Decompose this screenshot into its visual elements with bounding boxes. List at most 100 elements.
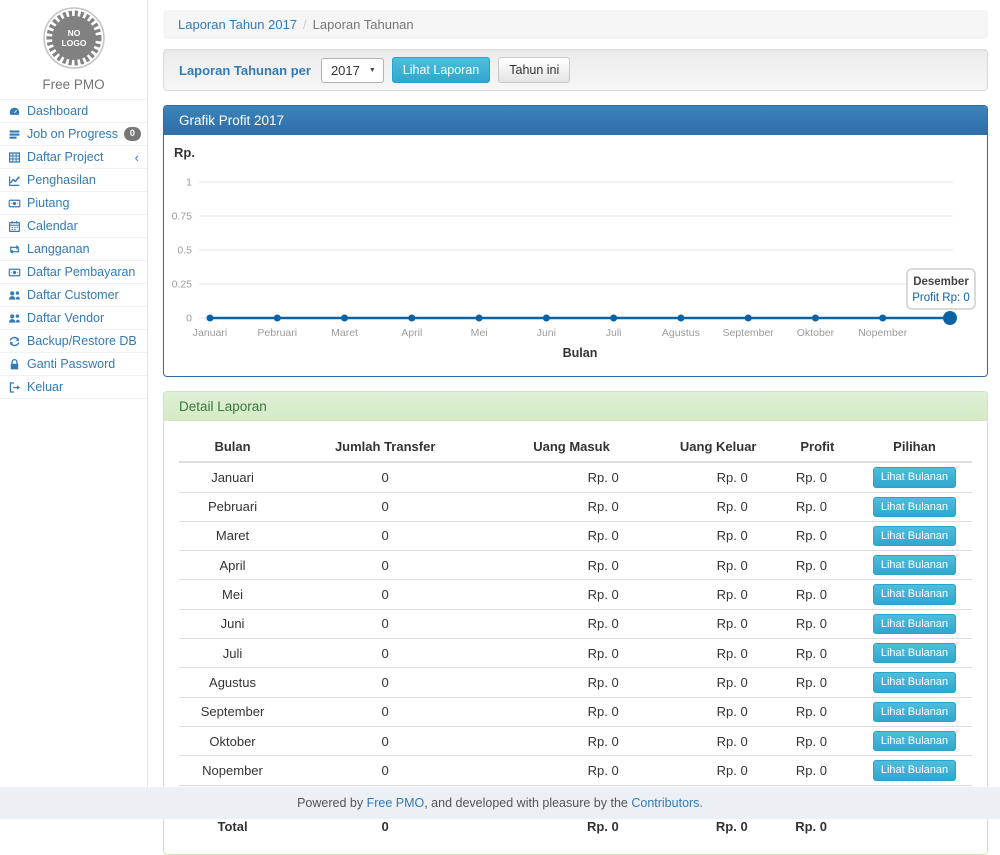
lihat-bulanan-button[interactable]: Lihat Bulanan [873,555,956,575]
tahun-ini-button[interactable]: Tahun ini [498,57,570,83]
sidebar-item-ganti-password[interactable]: Ganti Password [0,353,147,376]
data-point-pebruari[interactable] [274,315,281,322]
data-point-juni[interactable] [543,315,550,322]
sidebar-item-label: Daftar Customer [27,288,141,302]
caret-down-icon: ▼ [369,67,376,74]
brand[interactable]: NO LOGO Free PMO [0,0,147,92]
table-row: Maret0Rp. 0Rp. 0Rp. 0Lihat Bulanan [179,521,972,550]
sidebar-item-label: Langganan [27,242,141,256]
cell-pilihan: Lihat Bulanan [857,492,972,521]
table-row: Oktober0Rp. 0Rp. 0Rp. 0Lihat Bulanan [179,726,972,755]
sidebar-item-dashboard[interactable]: Dashboard [0,100,147,123]
cell-profit: Rp. 0 [778,580,857,609]
line-chart-icon [8,174,21,187]
year-select-value: 2017 [331,63,360,78]
lihat-laporan-button[interactable]: Lihat Laporan [392,57,490,83]
cell-bulan: Nopember [179,756,286,785]
cell-bulan: Oktober [179,726,286,755]
table-row: Juni0Rp. 0Rp. 0Rp. 0Lihat Bulanan [179,609,972,638]
sidebar-item-keluar[interactable]: Keluar [0,376,147,399]
dashboard-icon [8,105,21,118]
sidebar-item-label: Keluar [27,380,141,394]
footer-prefix: Powered by [297,796,363,810]
data-point-maret[interactable] [341,315,348,322]
cell-uang-masuk: Rp. 0 [484,609,658,638]
cell-uang-keluar: Rp. 0 [659,492,778,521]
svg-text:Maret: Maret [331,327,358,339]
cell-uang-masuk: Rp. 0 [484,462,658,492]
cell-uang-keluar: Rp. 0 [659,726,778,755]
chart-body: Rp.00.250.50.751JanuariPebruariMaretApri… [164,135,987,376]
lihat-bulanan-button[interactable]: Lihat Bulanan [873,731,956,751]
sidebar-item-label: Job on Progress [27,127,118,141]
lihat-bulanan-button[interactable]: Lihat Bulanan [873,467,956,487]
column-header-uang-keluar: Uang Keluar [659,433,778,462]
cell-jumlah-transfer: 0 [286,551,484,580]
sidebar-item-penghasilan[interactable]: Penghasilan [0,169,147,192]
cell-jumlah-transfer: 0 [286,697,484,726]
sidebar-item-langganan[interactable]: Langganan [0,238,147,261]
lihat-bulanan-button[interactable]: Lihat Bulanan [873,643,956,663]
cell-uang-keluar: Rp. 0 [659,639,778,668]
lihat-bulanan-button[interactable]: Lihat Bulanan [873,584,956,604]
no-logo-badge: NO LOGO [43,7,105,69]
svg-text:April: April [401,327,422,339]
lock-icon [8,358,21,371]
data-point-september[interactable] [745,315,752,322]
breadcrumb-link[interactable]: Laporan Tahun 2017 [178,17,297,32]
breadcrumb-current: Laporan Tahunan [313,17,414,32]
lihat-bulanan-button[interactable]: Lihat Bulanan [873,497,956,517]
filter-label: Laporan Tahunan per [179,63,311,78]
sidebar-item-job-on-progress[interactable]: Job on Progress0 [0,123,147,146]
table-row: Pebruari0Rp. 0Rp. 0Rp. 0Lihat Bulanan [179,492,972,521]
cell-uang-masuk: Rp. 0 [484,492,658,521]
lihat-bulanan-button[interactable]: Lihat Bulanan [873,702,956,722]
data-point-oktober[interactable] [812,315,819,322]
cell-bulan: Pebruari [179,492,286,521]
data-point-nopember[interactable] [879,315,886,322]
svg-text:0: 0 [186,313,192,325]
money-icon [8,197,21,210]
detail-panel-title: Detail Laporan [164,392,987,421]
sidebar-item-label: Penghasilan [27,173,141,187]
sidebar-item-daftar-project[interactable]: Daftar Project‹ [0,146,147,169]
svg-text:NO: NO [67,28,80,38]
cell-uang-masuk: Rp. 0 [484,668,658,697]
free-pmo-link[interactable]: Free PMO [367,796,425,810]
sidebar-item-calendar[interactable]: Calendar [0,215,147,238]
cell-profit: Rp. 0 [778,492,857,521]
cell-bulan: Maret [179,521,286,550]
cell-bulan: Juli [179,639,286,668]
lihat-bulanan-button[interactable]: Lihat Bulanan [873,526,956,546]
data-point-januari[interactable] [207,315,214,322]
sidebar-item-daftar-vendor[interactable]: Daftar Vendor [0,307,147,330]
cell-uang-masuk: Rp. 0 [484,580,658,609]
data-point-agustus[interactable] [677,315,684,322]
data-point-mei[interactable] [476,315,483,322]
svg-text:Mei: Mei [471,327,488,339]
sidebar-item-daftar-pembayaran[interactable]: Daftar Pembayaran [0,261,147,284]
lihat-bulanan-button[interactable]: Lihat Bulanan [873,672,956,692]
data-point-juli[interactable] [610,315,617,322]
table-row: Juli0Rp. 0Rp. 0Rp. 0Lihat Bulanan [179,639,972,668]
svg-text:0.75: 0.75 [172,211,192,223]
svg-text:Rp.: Rp. [174,145,195,160]
data-point-desember[interactable] [943,311,957,325]
sidebar-menu: DashboardJob on Progress0Daftar Project‹… [0,99,147,399]
svg-text:0.25: 0.25 [172,279,192,291]
sidebar-item-piutang[interactable]: Piutang [0,192,147,215]
year-select[interactable]: 2017 ▼ [321,58,384,83]
sidebar-item-daftar-customer[interactable]: Daftar Customer [0,284,147,307]
lihat-bulanan-button[interactable]: Lihat Bulanan [873,614,956,634]
data-point-april[interactable] [408,315,415,322]
cell-pilihan: Lihat Bulanan [857,551,972,580]
table-row: Nopember0Rp. 0Rp. 0Rp. 0Lihat Bulanan [179,756,972,785]
lihat-bulanan-button[interactable]: Lihat Bulanan [873,760,956,780]
sidebar-item-label: Daftar Vendor [27,311,141,325]
cell-uang-keluar: Rp. 0 [659,697,778,726]
chevron-left-icon: ‹ [135,151,141,164]
sidebar-item-backup-restore-db[interactable]: Backup/Restore DB [0,330,147,353]
breadcrumb-separator: / [303,17,307,32]
profit-chart[interactable]: Rp.00.250.50.751JanuariPebruariMaretApri… [172,141,980,363]
contributors-link[interactable]: Contributors. [631,796,703,810]
